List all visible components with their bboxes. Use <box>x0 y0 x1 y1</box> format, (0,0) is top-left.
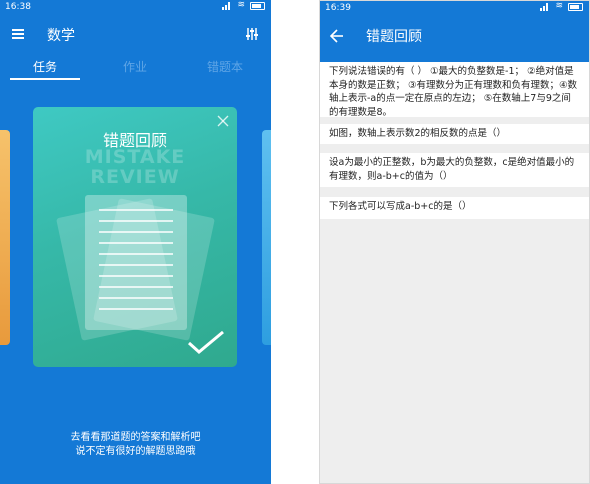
mistake-review-card[interactable]: 错题回顾 MISTAKE REVIEW <box>33 107 237 367</box>
question-item[interactable]: 下列说法错误的有（ ） ①最大的负整数是-1； ②绝对值是本身的数是正数； ③有… <box>320 62 589 118</box>
next-card-peek[interactable] <box>262 130 271 345</box>
watermark-line2: REVIEW <box>90 166 180 188</box>
status-icons: ≋ <box>222 1 265 10</box>
previous-card-peek[interactable] <box>0 130 10 345</box>
app-header: 16:39 ≋ 错题回顾 <box>320 1 589 62</box>
subject-title: 数学 <box>47 28 75 44</box>
document-illustration <box>85 195 187 330</box>
card-caption: 去看看那道题的答案和解析吧 说不定有很好的解题思路哦 <box>0 431 271 459</box>
question-item[interactable]: 如图，数轴上表示数2的相反数的点是（） <box>320 124 589 144</box>
left-phone-screen: 16:38 ≋ 数学 任务 作业 错题本 错题回顾 MISTAKE REVIEW… <box>0 0 271 484</box>
tab-homework[interactable]: 作业 <box>100 58 170 75</box>
wifi-icon: ≋ <box>555 1 563 11</box>
checkmark-icon <box>187 330 224 354</box>
tab-tasks[interactable]: 任务 <box>10 58 80 75</box>
status-bar: 16:39 ≋ <box>320 1 589 15</box>
settings-icon[interactable] <box>245 27 259 41</box>
tab-bar: 任务 作业 错题本 <box>0 56 271 82</box>
question-item[interactable]: 下列各式可以写成a-b+c的是（） <box>320 197 589 219</box>
page-title: 错题回顾 <box>366 29 422 45</box>
wifi-icon: ≋ <box>237 0 245 10</box>
status-time: 16:39 <box>325 3 351 13</box>
status-icons: ≋ <box>540 2 583 11</box>
caption-line1: 去看看那道题的答案和解析吧 <box>70 432 201 443</box>
active-tab-indicator <box>10 78 80 80</box>
right-phone-screen: 16:39 ≋ 错题回顾 下列说法错误的有（ ） ①最大的负整数是-1； ②绝对… <box>319 0 590 484</box>
back-arrow-icon[interactable] <box>330 29 344 43</box>
tab-mistake-book[interactable]: 错题本 <box>190 58 260 75</box>
menu-icon[interactable] <box>12 29 24 39</box>
caption-line2: 说不定有很好的解题思路哦 <box>75 446 196 457</box>
signal-icon <box>540 2 550 11</box>
status-time: 16:38 <box>5 2 31 12</box>
status-bar: 16:38 ≋ <box>0 0 271 14</box>
battery-icon <box>250 1 265 10</box>
close-icon[interactable] <box>217 115 229 127</box>
card-watermark: MISTAKE REVIEW <box>33 147 237 187</box>
question-item[interactable]: 设a为最小的正整数，b为最大的负整数，c是绝对值最小的有理数，则a-b+c的值为… <box>320 153 589 187</box>
watermark-line1: MISTAKE <box>84 146 186 168</box>
signal-icon <box>222 1 232 10</box>
battery-icon <box>568 2 583 11</box>
app-header: 数学 <box>0 14 271 58</box>
